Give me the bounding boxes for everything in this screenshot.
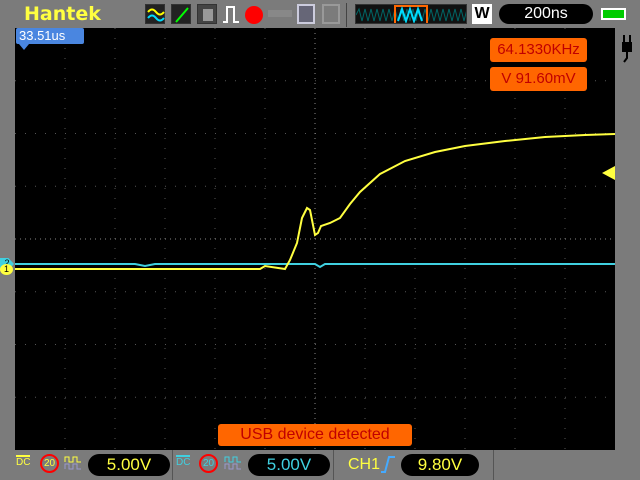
persistence-icon[interactable] — [197, 4, 217, 24]
battery-icon — [601, 8, 626, 20]
xy-mode-icon[interactable] — [171, 4, 191, 24]
status-message: USB device detected — [218, 424, 412, 446]
memory-position-icon[interactable] — [355, 4, 467, 24]
ch1-probe-icon — [64, 455, 84, 471]
voltage-measure: V 91.60mV — [490, 67, 587, 91]
print-icon[interactable] — [322, 4, 340, 24]
record-icon[interactable] — [245, 6, 263, 24]
ch2-bw-limit[interactable]: 20 — [199, 454, 218, 473]
ch1-marker[interactable]: 1 — [0, 264, 13, 275]
trigger-position-label[interactable]: 33.51us — [16, 28, 84, 44]
frequency-measure: 64.1330KHz — [490, 38, 587, 62]
ch2-trace — [15, 263, 615, 269]
single-trigger-icon[interactable] — [222, 4, 240, 29]
ch2-probe-icon — [224, 455, 244, 471]
trigger-source[interactable]: CH1 — [348, 456, 380, 474]
zoom-w-icon[interactable]: W — [472, 4, 492, 24]
rising-edge-icon — [380, 455, 396, 473]
ch2-volts-div[interactable]: 5.00V — [248, 454, 330, 476]
dual-wave-icon[interactable] — [145, 4, 165, 24]
brand-logo: Hantek — [24, 3, 101, 25]
timebase-display[interactable]: 200ns — [499, 4, 593, 24]
waveform-canvas — [15, 28, 616, 450]
trigger-level[interactable]: 9.80V — [401, 454, 479, 476]
save-icon[interactable] — [297, 4, 315, 24]
ch1-coupling[interactable]: DC — [16, 455, 31, 469]
trigger-level-marker-icon[interactable] — [602, 166, 615, 180]
ch1-volts-div[interactable]: 5.00V — [88, 454, 170, 476]
trigger-position-pointer-icon — [19, 44, 29, 50]
power-plug-icon — [620, 34, 634, 64]
waveform-screen[interactable] — [15, 28, 616, 450]
key-lock-icon — [268, 10, 292, 17]
ch2-coupling[interactable]: DC — [176, 455, 191, 469]
ch1-bw-limit[interactable]: 20 — [40, 454, 59, 473]
